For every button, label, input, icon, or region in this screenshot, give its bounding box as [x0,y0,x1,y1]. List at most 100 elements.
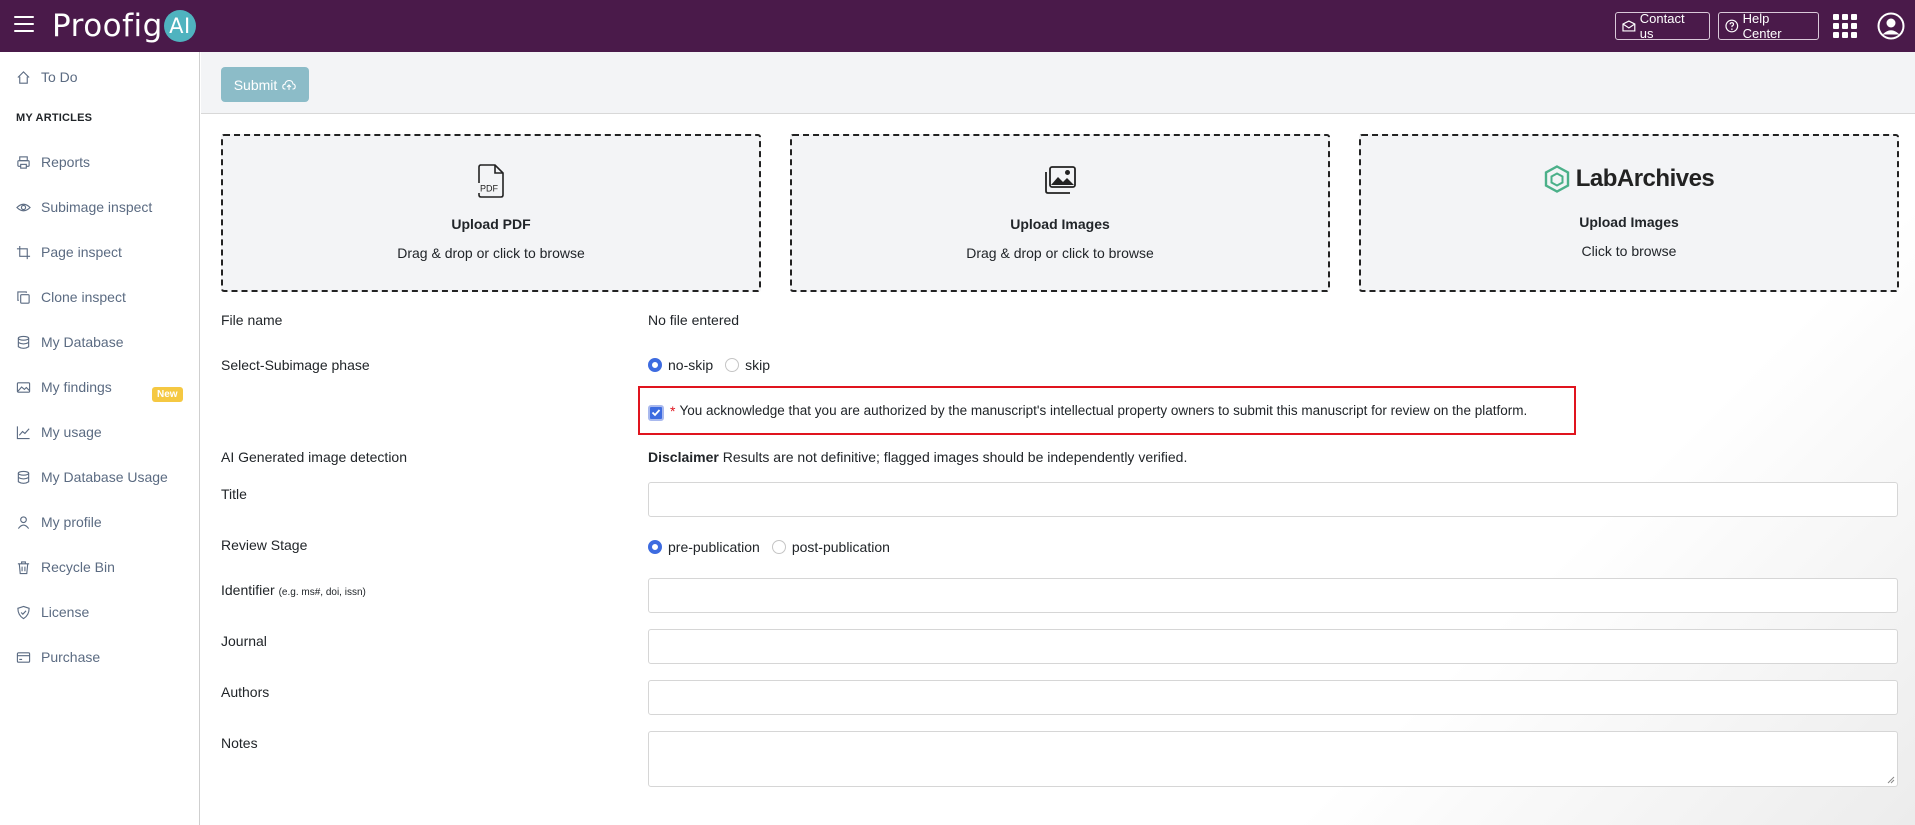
printer-icon [17,155,30,169]
identifier-hint: (e.g. ms#, doi, issn) [278,587,366,598]
checkmark-icon [651,409,661,417]
radio-skip[interactable] [725,358,740,372]
sidebar-item-label: My Database Usage [41,469,168,485]
upload-images-title: Upload Images [1010,216,1110,232]
file-name-label: File name [221,312,283,328]
sidebar-item-label: Recycle Bin [41,559,115,575]
crop-icon [16,245,31,259]
sidebar-item-label: My profile [41,514,102,530]
copy-icon [17,290,30,304]
radio-no-skip-label[interactable]: no-skip [668,357,713,373]
sidebar-item-label: My Database [41,334,124,350]
trash-icon [17,560,30,574]
submit-button[interactable]: Submit [221,67,309,102]
acknowledgement-text: You acknowledge that you are authorized … [679,403,1528,418]
envelope-icon [1622,20,1636,32]
database-icon [17,470,30,484]
labarchives-cube-icon [1544,165,1569,193]
submit-label: Submit [233,76,278,93]
radio-pre-publication-label[interactable]: pre-publication [668,539,760,555]
logo-text: Proofig [52,8,163,44]
labarchives-logo: LabArchives [1361,165,1897,193]
identifier-label: Identifier (e.g. ms#, doi, issn) [221,582,366,598]
images-icon [1045,166,1076,194]
apps-grid-icon[interactable] [1833,14,1857,38]
credit-card-icon [16,651,31,663]
logo[interactable]: Proofig AI [52,6,196,46]
sidebar-item-my-findings[interactable]: My findings [16,376,191,398]
authors-label: Authors [221,684,270,700]
identifier-input[interactable] [648,578,1898,613]
radio-no-skip[interactable] [648,358,662,372]
user-icon [17,515,30,529]
contact-us-label: Contact us [1639,11,1685,41]
my-articles-heading: MY ARTICLES [16,112,93,124]
upload-pdf-dropzone[interactable]: PDF Upload PDF Drag & drop or click to b… [221,134,761,292]
authors-input[interactable] [648,680,1898,715]
upload-pdf-title: Upload PDF [451,216,531,232]
sidebar-item-label: Subimage inspect [41,199,153,215]
sidebar-item-label: Reports [41,154,91,170]
sidebar: To Do MY ARTICLES Reports Subimage inspe… [0,52,200,825]
contact-us-button[interactable]: Contact us [1615,11,1710,41]
radio-post-publication[interactable] [771,540,786,554]
labarchives-upload-subtitle: Click to browse [1581,243,1677,259]
review-stage-radio-group: pre-publication post-publication [648,539,902,555]
sidebar-item-label: Page inspect [41,244,122,260]
journal-input[interactable] [648,629,1898,664]
title-input[interactable] [648,482,1898,517]
radio-post-publication-label[interactable]: post-publication [792,539,890,555]
top-bar: Proofig AI Contact us Help Center [0,0,1915,52]
home-icon [17,70,30,84]
help-center-button[interactable]: Help Center [1718,11,1819,41]
sidebar-item-subimage-inspect[interactable]: Subimage inspect [16,196,191,218]
sidebar-item-my-usage[interactable]: My usage [16,421,191,443]
database-icon [17,335,30,349]
toolbar: Submit [201,52,1915,114]
sidebar-item-recycle-bin[interactable]: Recycle Bin [16,556,191,578]
sidebar-item-purchase[interactable]: Purchase [16,646,191,668]
notes-label: Notes [221,735,258,751]
menu-icon[interactable] [14,16,34,34]
resize-grip-icon[interactable] [1887,776,1895,784]
chart-line-icon [16,425,30,439]
identifier-label-text: Identifier [221,582,275,598]
sidebar-item-license[interactable]: License [16,601,191,623]
logo-ai-badge: AI [163,10,196,42]
sidebar-item-todo[interactable]: To Do [16,66,191,88]
acknowledgement-checkbox[interactable] [648,404,664,421]
journal-label: Journal [221,633,267,649]
sidebar-item-label: License [41,604,90,620]
sidebar-item-label: Purchase [41,649,101,665]
user-account-icon[interactable] [1877,12,1905,40]
review-stage-label: Review Stage [221,537,308,553]
labarchives-brand: LabArchives [1575,165,1715,192]
upload-images-subtitle: Drag & drop or click to browse [966,245,1154,261]
sidebar-item-my-database-usage[interactable]: My Database Usage [16,466,191,488]
sidebar-item-reports[interactable]: Reports [16,151,191,173]
sidebar-item-page-inspect[interactable]: Page inspect [16,241,191,263]
labarchives-upload-title: Upload Images [1579,214,1679,230]
upload-images-dropzone[interactable]: Upload Images Drag & drop or click to br… [790,134,1330,292]
sidebar-item-label: My findings [41,379,112,395]
cloud-upload-icon [282,79,297,90]
sidebar-item-my-database[interactable]: My Database [16,331,191,353]
radio-pre-publication[interactable] [648,540,662,554]
sidebar-item-label: My usage [41,424,102,440]
sidebar-item-label: Clone inspect [41,289,126,305]
labarchives-upload-box[interactable]: LabArchives Upload Images Click to brows… [1359,134,1899,292]
radio-skip-label[interactable]: skip [745,357,770,373]
pdf-file-icon: PDF [477,164,504,198]
ai-detection-label: AI Generated image detection [221,449,408,465]
notes-textarea[interactable] [648,731,1898,787]
sidebar-item-my-profile[interactable]: My profile [16,511,191,533]
disclaimer: Disclaimer Results are not definitive; f… [648,449,1187,465]
subimage-phase-label: Select-Subimage phase [221,357,370,373]
disclaimer-heading: Disclaimer [648,449,719,465]
help-center-label: Help Center [1742,11,1782,41]
shield-check-icon [17,605,30,619]
sidebar-item-clone-inspect[interactable]: Clone inspect [16,286,191,308]
required-asterisk: * [670,402,676,419]
main-content: Submit PDF Upload PDF Drag & drop or cli… [201,52,1915,825]
title-label: Title [221,486,247,502]
